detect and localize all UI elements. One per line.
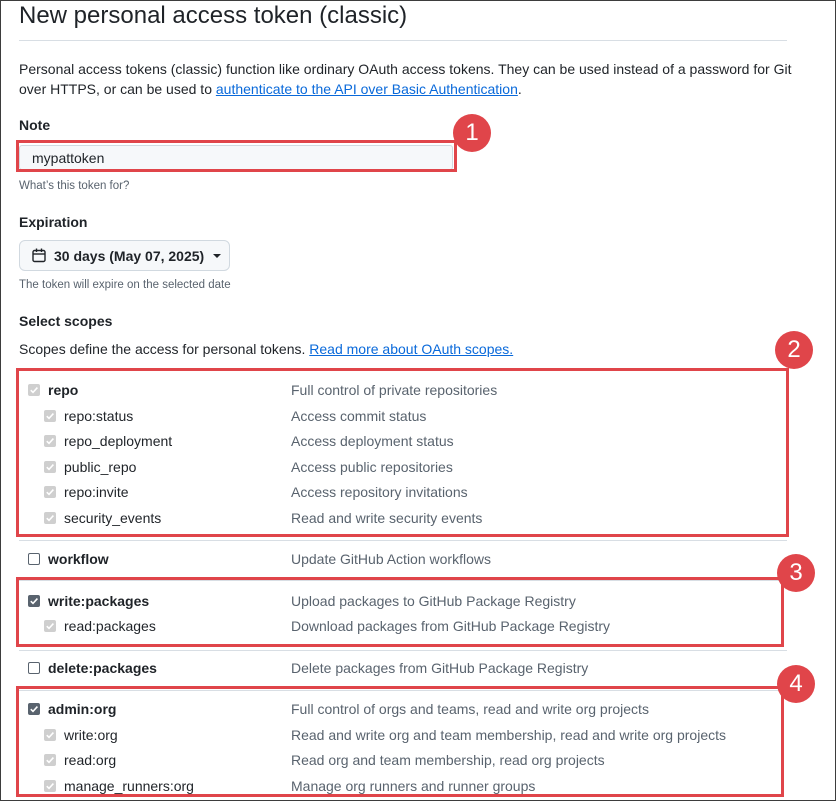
chevron-down-icon (213, 253, 222, 258)
callout-box-org (16, 686, 784, 797)
expiration-hint: The token will expire on the selected da… (19, 279, 231, 291)
scope-checkbox[interactable] (28, 553, 40, 565)
note-label: Note (19, 117, 51, 133)
expiration-label: Expiration (19, 214, 88, 230)
basic-auth-link[interactable]: authenticate to the API over Basic Authe… (216, 81, 518, 97)
scope-row: workflow Update GitHub Action workflows (0, 550, 836, 570)
expiration-select[interactable]: 30 days (May 07, 2025) (19, 240, 230, 271)
scope-divider (19, 540, 787, 541)
intro-text: Personal access tokens (classic) functio… (19, 59, 799, 99)
scopes-label: Select scopes (19, 313, 113, 329)
intro-end: . (517, 81, 522, 97)
callout-badge-4: 4 (777, 665, 815, 703)
callout-badge-3: 3 (777, 554, 815, 592)
title-divider (19, 40, 787, 41)
scope-description: Delete packages from GitHub Package Regi… (291, 660, 589, 676)
scope-description: Update GitHub Action workflows (291, 551, 491, 567)
scope-name: delete:packages (48, 660, 157, 676)
scopes-desc-text: Scopes define the access for personal to… (19, 341, 310, 357)
scope-row: delete:packages Delete packages from GitH… (0, 659, 836, 679)
scopes-desc: Scopes define the access for personal to… (19, 340, 513, 358)
callout-box-repo (16, 368, 789, 537)
callout-badge-1: 1 (453, 114, 491, 152)
callout-badge-2: 2 (775, 331, 813, 369)
expiration-value: 30 days (May 07, 2025) (54, 247, 205, 264)
scope-checkbox[interactable] (28, 662, 40, 674)
scope-divider (19, 650, 787, 651)
page-title: New personal access token (classic) (19, 2, 408, 29)
callout-box-note (16, 140, 457, 172)
note-hint: What’s this token for? (19, 180, 130, 192)
scope-name: workflow (48, 551, 109, 567)
oauth-scopes-link[interactable]: Read more about OAuth scopes. (309, 341, 513, 357)
callout-box-packages (16, 577, 784, 647)
calendar-icon (32, 248, 46, 263)
